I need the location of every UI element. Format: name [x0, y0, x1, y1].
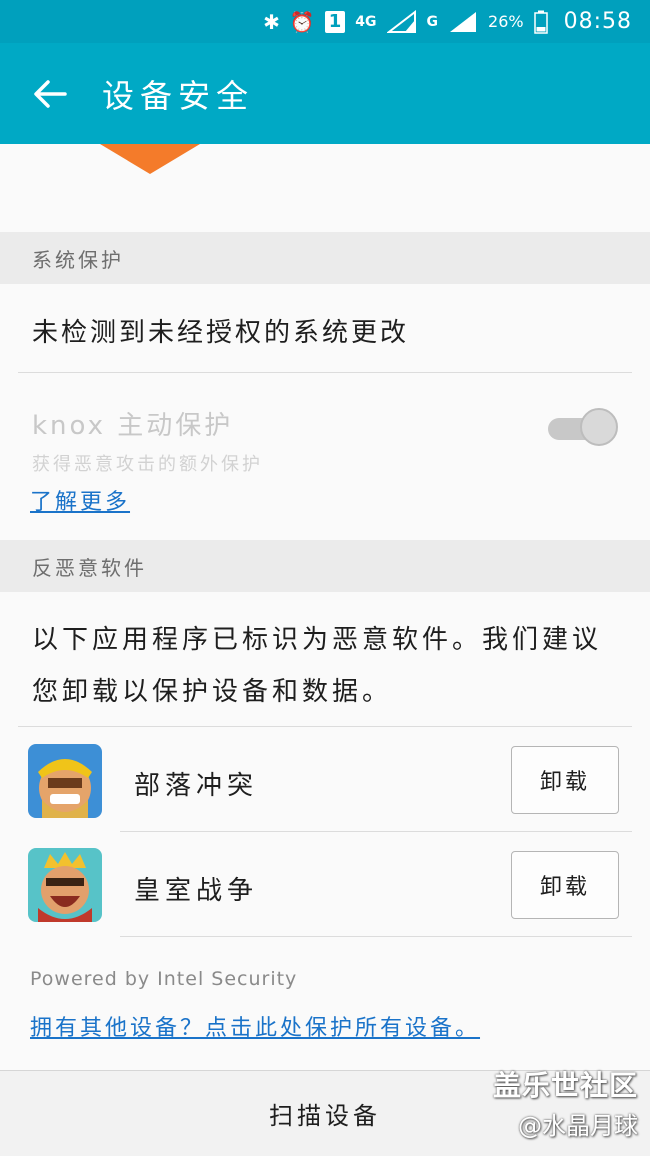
signal-icon-2 — [448, 10, 478, 34]
alarm-icon: ⏰ — [289, 9, 315, 34]
scan-device-button[interactable]: 扫描设备 — [269, 1096, 381, 1131]
battery-icon — [533, 10, 548, 34]
uninstall-button[interactable]: 卸载 — [511, 746, 619, 814]
hero-area — [0, 144, 650, 232]
page-title: 设备安全 — [102, 76, 255, 115]
bluetooth-icon: ✱ — [263, 9, 280, 34]
clock: 08:58 — [563, 9, 632, 34]
watermark-title: 盖乐世社区 — [492, 1069, 638, 1102]
app-name: 皇室战争 — [134, 876, 259, 906]
section-header-system-protection: 系统保护 — [0, 232, 650, 284]
protect-all-devices-link[interactable]: 拥有其他设备？点击此处保护所有设备。 — [30, 1010, 480, 1042]
signal-icon — [386, 9, 417, 34]
knox-title: knox 主动保护 — [32, 411, 234, 441]
knox-toggle[interactable] — [548, 408, 618, 446]
app-bar: 设备安全 — [0, 43, 650, 144]
knox-subtitle: 获得恶意攻击的额外保护 — [32, 454, 263, 475]
network-type-4g: 4G — [355, 13, 377, 30]
battery-percent: 26% — [488, 12, 524, 31]
watermark-author: @水晶月球 — [518, 1112, 638, 1140]
system-status-text: 未检测到未经授权的系统更改 — [32, 318, 410, 348]
toggle-thumb — [580, 408, 618, 446]
clash-royale-icon — [28, 848, 102, 922]
network-type-g: G — [426, 13, 439, 30]
malware-app-row: 部落冲突 卸载 — [0, 727, 650, 831]
sim-indicator: 1 — [324, 10, 346, 33]
powered-by-text: Powered by Intel Security — [30, 968, 298, 990]
learn-more-link[interactable]: 了解更多 — [30, 484, 130, 516]
shield-icon — [100, 144, 200, 174]
divider — [18, 372, 632, 373]
uninstall-button[interactable]: 卸载 — [511, 851, 619, 919]
divider — [120, 936, 632, 937]
malware-warning-text: 以下应用程序已标识为恶意软件。我们建议您卸载以保护设备和数据。 — [32, 625, 603, 707]
section-header-anti-malware: 反恶意软件 — [0, 540, 650, 592]
malware-app-row: 皇室战争 卸载 — [0, 832, 650, 936]
back-button[interactable] — [20, 64, 80, 124]
clash-of-clans-icon — [28, 744, 102, 818]
app-name: 部落冲突 — [134, 771, 259, 801]
status-bar: ✱ ⏰ 1 4G G 26% 08:58 — [0, 0, 650, 43]
arrow-left-icon — [34, 79, 67, 108]
